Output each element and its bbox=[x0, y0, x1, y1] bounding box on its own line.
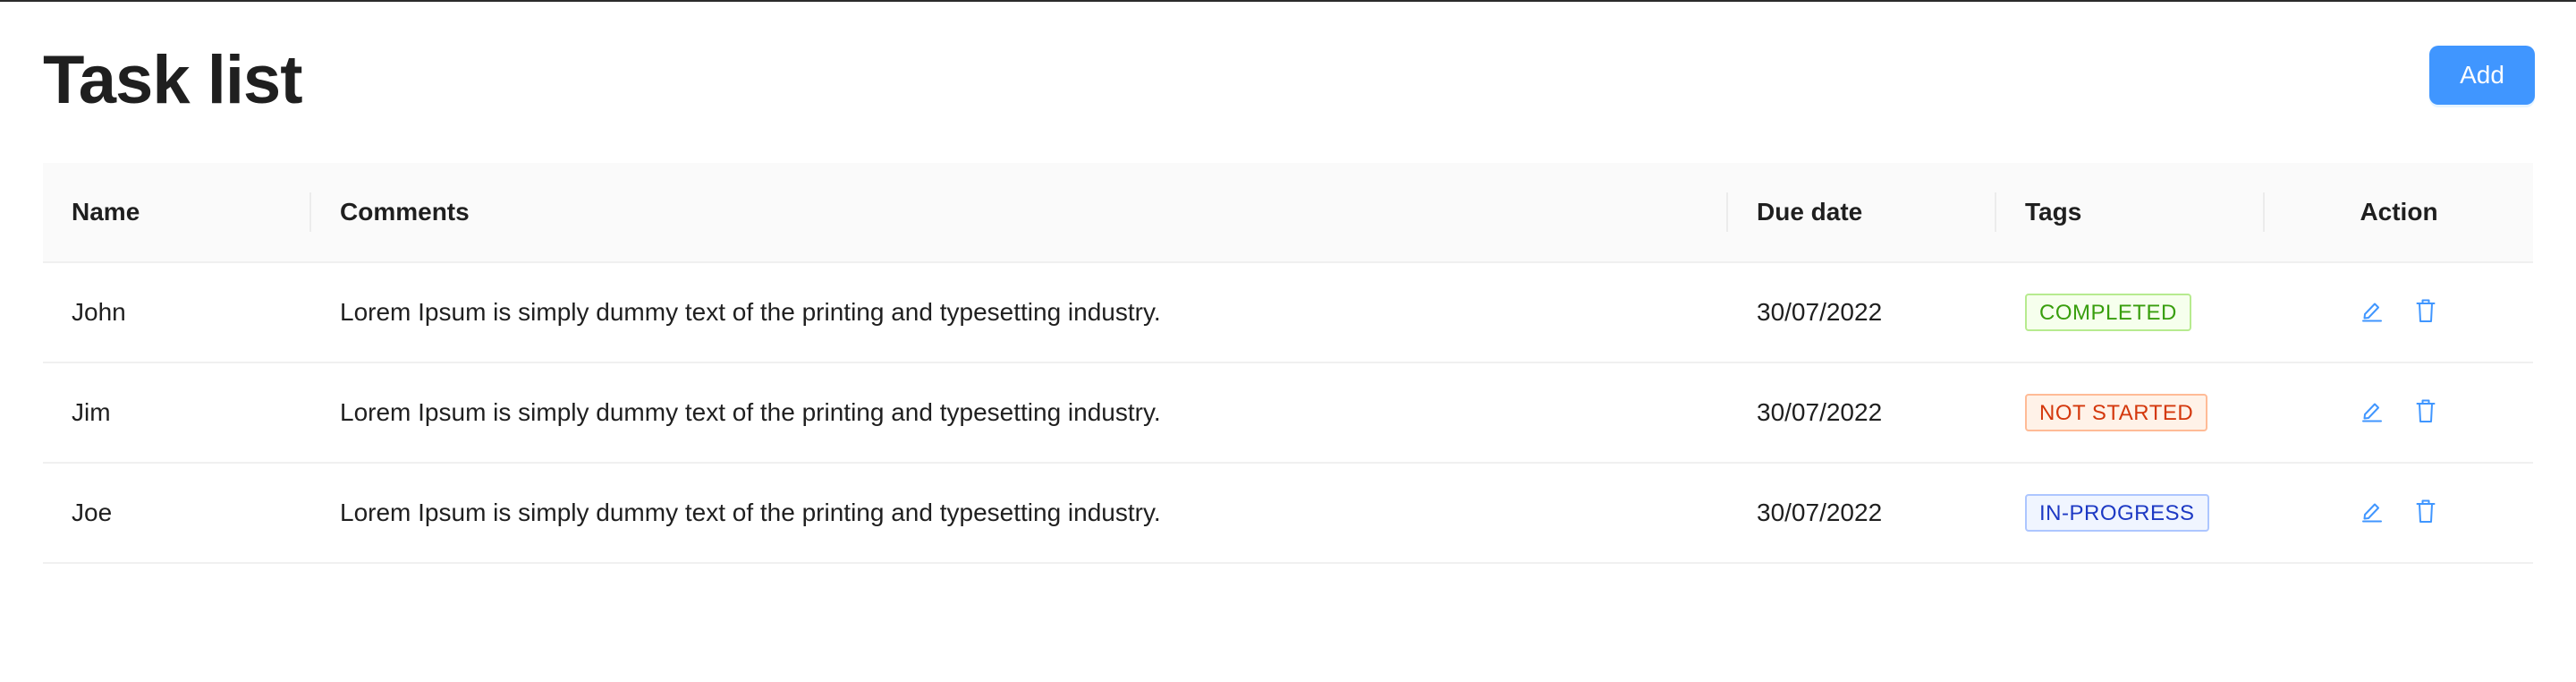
task-table: Name Comments Due date Tags Action John L… bbox=[43, 163, 2533, 564]
cell-tags: NOT STARTED bbox=[1996, 362, 2265, 464]
cell-comment: Lorem Ipsum is simply dummy text of the … bbox=[311, 463, 1728, 564]
column-header-action: Action bbox=[2265, 163, 2533, 263]
cell-name: Jim bbox=[43, 362, 311, 464]
delete-icon[interactable] bbox=[2414, 397, 2437, 424]
delete-icon[interactable] bbox=[2414, 498, 2437, 524]
edit-icon[interactable] bbox=[2360, 297, 2384, 324]
cell-action bbox=[2265, 463, 2533, 564]
cell-due-date: 30/07/2022 bbox=[1728, 463, 1996, 564]
table-row: Joe Lorem Ipsum is simply dummy text of t… bbox=[43, 463, 2533, 564]
cell-comment: Lorem Ipsum is simply dummy text of the … bbox=[311, 262, 1728, 363]
edit-icon[interactable] bbox=[2360, 498, 2384, 524]
status-tag: COMPLETED bbox=[2025, 294, 2191, 331]
table-header-row: Name Comments Due date Tags Action bbox=[43, 163, 2533, 263]
cell-name: Joe bbox=[43, 463, 311, 564]
edit-icon[interactable] bbox=[2360, 397, 2384, 424]
page-title: Task list bbox=[43, 42, 303, 118]
column-header-name[interactable]: Name bbox=[43, 163, 311, 263]
table-row: Jim Lorem Ipsum is simply dummy text of t… bbox=[43, 362, 2533, 464]
cell-tags: COMPLETED bbox=[1996, 262, 2265, 363]
column-header-due-date[interactable]: Due date bbox=[1728, 163, 1996, 263]
cell-name: John bbox=[43, 262, 311, 363]
add-button[interactable]: Add bbox=[2429, 46, 2535, 105]
cell-tags: IN-PROGRESS bbox=[1996, 463, 2265, 564]
column-header-comments[interactable]: Comments bbox=[311, 163, 1728, 263]
cell-action bbox=[2265, 362, 2533, 464]
cell-due-date: 30/07/2022 bbox=[1728, 262, 1996, 363]
cell-action bbox=[2265, 262, 2533, 363]
cell-comment: Lorem Ipsum is simply dummy text of the … bbox=[311, 362, 1728, 464]
cell-due-date: 30/07/2022 bbox=[1728, 362, 1996, 464]
status-tag: NOT STARTED bbox=[2025, 394, 2208, 431]
status-tag: IN-PROGRESS bbox=[2025, 494, 2209, 532]
column-header-tags[interactable]: Tags bbox=[1996, 163, 2265, 263]
delete-icon[interactable] bbox=[2414, 297, 2437, 324]
table-row: John Lorem Ipsum is simply dummy text of … bbox=[43, 262, 2533, 363]
